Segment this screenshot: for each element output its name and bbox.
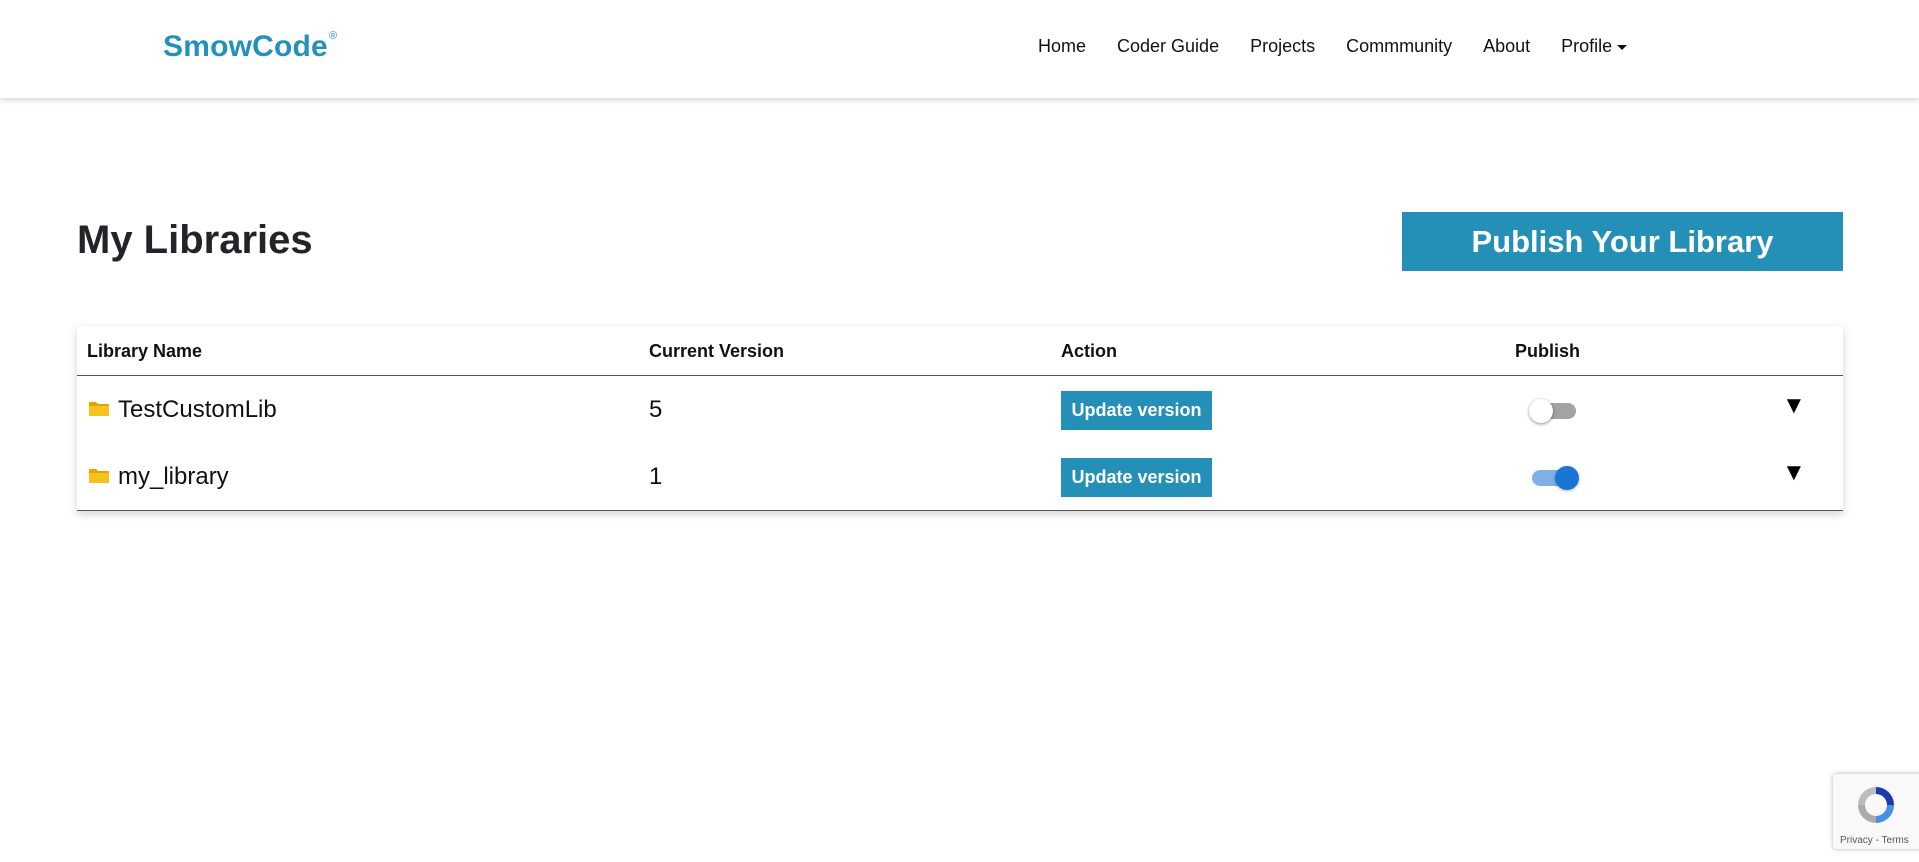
page-title: My Libraries [77, 218, 313, 262]
toggle-knob [1555, 466, 1579, 490]
nav-about-link[interactable]: About [1483, 36, 1530, 57]
publish-library-button[interactable]: Publish Your Library [1402, 212, 1843, 271]
brand-logo[interactable]: SmowCode® [163, 30, 337, 64]
table-row: TestCustomLib 5 Update version ▼ [77, 376, 1843, 442]
recaptcha-separator: - [1875, 835, 1879, 846]
library-name[interactable]: TestCustomLib [118, 396, 277, 424]
nav-home-link[interactable]: Home [1038, 36, 1086, 57]
library-name[interactable]: my_library [118, 463, 229, 491]
recaptcha-badge[interactable]: Privacy - Terms [1833, 774, 1919, 849]
caret-down-icon [1617, 44, 1628, 50]
header-action: Action [1061, 341, 1117, 361]
nav-projects-link[interactable]: Projects [1250, 36, 1315, 57]
recaptcha-terms-link[interactable]: Terms [1882, 835, 1909, 846]
nav-community-link[interactable]: Commmunity [1346, 36, 1452, 57]
toggle-knob [1529, 399, 1553, 423]
folder-icon [89, 402, 109, 416]
registered-mark: ® [328, 30, 338, 42]
recaptcha-privacy-link[interactable]: Privacy [1840, 835, 1873, 846]
expand-triangle-icon[interactable]: ▼ [1782, 459, 1806, 487]
update-version-button[interactable]: Update version [1061, 458, 1212, 497]
update-version-button[interactable]: Update version [1061, 391, 1212, 430]
nav-profile-dropdown[interactable]: Profile [1561, 36, 1628, 57]
top-navbar: SmowCode® Home Coder Guide Projects Comm… [0, 0, 1919, 98]
expand-triangle-icon[interactable]: ▼ [1782, 392, 1806, 420]
recaptcha-logo-icon [1858, 787, 1894, 823]
table-row: my_library 1 Update version ▼ [77, 443, 1843, 509]
publish-toggle[interactable] [1529, 465, 1579, 491]
header-publish: Publish [1515, 341, 1581, 361]
recaptcha-links: Privacy - Terms [1840, 835, 1909, 846]
library-version: 1 [649, 463, 663, 490]
library-version: 5 [649, 396, 663, 423]
header-current-version: Current Version [649, 341, 785, 361]
header-library-name: Library Name [87, 341, 203, 361]
libraries-table: Library Name Current Version Action Publ… [77, 326, 1843, 511]
publish-toggle[interactable] [1529, 398, 1579, 424]
folder-icon [89, 469, 109, 483]
brand-name: SmowCode [163, 30, 328, 63]
nav-links: Home Coder Guide Projects Commmunity Abo… [1038, 36, 1628, 57]
profile-label: Profile [1561, 36, 1613, 56]
nav-coder-guide-link[interactable]: Coder Guide [1117, 36, 1219, 57]
table-bottom-border [77, 510, 1843, 511]
table-header: Library Name Current Version Action Publ… [77, 326, 1843, 376]
